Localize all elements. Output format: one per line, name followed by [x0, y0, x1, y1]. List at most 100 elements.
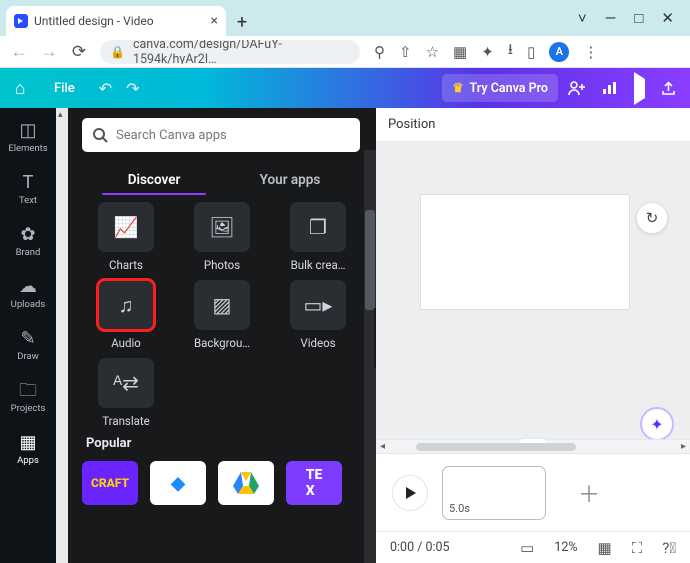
play-icon — [406, 487, 416, 499]
add-clip-button[interactable]: ＋ — [560, 466, 618, 520]
analytics-icon[interactable] — [602, 81, 618, 95]
crown-icon: ♛ — [452, 80, 463, 96]
browser-addressbar: ← → ⟳ 🔒 canva.com/design/DAFuY-1594k/hyA… — [0, 36, 690, 68]
hatch-icon: ▨ — [213, 293, 232, 317]
share-upload-icon[interactable] — [661, 81, 676, 96]
panel-tabs: Discover Your apps — [68, 160, 376, 198]
app-videos[interactable]: ▭▸ Videos — [274, 280, 362, 350]
new-tab-button[interactable]: + — [228, 8, 256, 36]
sidebar-item-elements[interactable]: ◫ Elements — [0, 112, 56, 164]
bookmark-icon[interactable]: ☆ — [426, 43, 439, 61]
app-bulk-create[interactable]: ❐ Bulk crea… — [274, 202, 362, 272]
tab-your-apps[interactable]: Your apps — [222, 164, 358, 198]
app-label: Bulk crea… — [291, 258, 346, 272]
maximize-icon[interactable]: □ — [634, 9, 643, 27]
grid-view-icon[interactable]: ▦ — [598, 539, 612, 557]
url-field[interactable]: 🔒 canva.com/design/DAFuY-1594k/hyAr2I… — [100, 40, 360, 64]
stage[interactable]: ↻ ✦ ◂ ▸ — [376, 142, 690, 453]
popular-app-craft[interactable]: CRAFT — [82, 461, 138, 505]
reload-button[interactable]: ⟳ — [70, 42, 88, 62]
fullscreen-icon[interactable]: ⛶ — [632, 539, 643, 557]
popular-apps-row: CRAFT ◆ TEX — [68, 457, 376, 505]
timeline-clip[interactable]: 5.0s — [442, 466, 546, 520]
url-text: canva.com/design/DAFuY-1594k/hyAr2I… — [133, 40, 350, 64]
extensions-puzzle-icon[interactable]: ✦ — [481, 43, 494, 61]
position-button[interactable]: Position — [388, 117, 435, 132]
app-label: Charts — [109, 258, 143, 272]
tab-favicon — [14, 14, 28, 28]
sidebar-label: Elements — [8, 143, 47, 154]
popular-app-drive[interactable] — [218, 461, 274, 505]
sidebar-item-brand[interactable]: ✿ Brand — [0, 216, 56, 268]
timeline-play-button[interactable] — [392, 475, 428, 511]
forward-button[interactable]: → — [40, 42, 58, 62]
left-sidebar: ◫ Elements T Text ✿ Brand ☁ Uploads ✎ Dr… — [0, 108, 56, 563]
try-canva-pro-button[interactable]: ♛ Try Canva Pro — [442, 74, 558, 102]
timeline: 5.0s ＋ — [376, 453, 690, 531]
slide-canvas[interactable] — [420, 194, 630, 310]
play-preview-button[interactable] — [634, 79, 645, 98]
minimize-icon[interactable]: — — [605, 9, 617, 27]
stage-scroll-thumb[interactable] — [416, 443, 576, 451]
magic-button[interactable]: ✦ — [640, 407, 674, 441]
collaborators-icon[interactable] — [568, 80, 586, 96]
help-icon[interactable]: ?⃝ — [662, 539, 676, 557]
cloud-upload-icon: ☁ — [19, 278, 37, 296]
tab-title: Untitled design - Video — [34, 14, 154, 28]
window-hint-icon[interactable]: ˅ — [578, 9, 587, 27]
sidebar-label: Brand — [16, 247, 41, 258]
scroll-up-icon: ▴ — [58, 110, 63, 120]
sidebar-label: Uploads — [11, 299, 46, 310]
file-menu[interactable]: File — [40, 81, 89, 96]
sidebar-label: Draw — [17, 351, 39, 362]
sidebar-item-text[interactable]: T Text — [0, 164, 56, 216]
try-pro-label: Try Canva Pro — [470, 81, 548, 96]
scroll-right-icon: ▸ — [681, 441, 686, 452]
grid-icon: ▦ — [19, 434, 36, 452]
sidebar-item-uploads[interactable]: ☁ Uploads — [0, 268, 56, 320]
undo-button[interactable]: ↶ — [99, 79, 112, 98]
reader-icon[interactable]: ▯ — [527, 43, 535, 61]
sidebar-item-projects[interactable]: 🗀 Projects — [0, 372, 56, 424]
popular-app-text[interactable]: TEX — [286, 461, 342, 505]
app-background[interactable]: ▨ Backgrou… — [178, 280, 266, 350]
profile-avatar[interactable]: A — [549, 42, 569, 62]
sidebar-item-draw[interactable]: ✎ Draw — [0, 320, 56, 372]
app-translate[interactable]: ᴬ⇄ Translate — [82, 358, 170, 428]
clip-duration: 5.0s — [449, 502, 470, 515]
sidebar-item-apps[interactable]: ▦ Apps — [0, 424, 56, 476]
tab-discover[interactable]: Discover — [86, 164, 222, 198]
canva-topbar: ⌂ File ↶ ↷ ♛ Try Canva Pro — [0, 68, 690, 108]
search-icon — [92, 127, 108, 143]
close-tab-icon[interactable]: × — [211, 13, 218, 29]
share-icon[interactable]: ⇧ — [399, 43, 412, 61]
pencil-icon: ✎ — [20, 330, 35, 348]
back-button[interactable]: ← — [10, 42, 28, 62]
browser-tab[interactable]: Untitled design - Video × — [6, 6, 226, 36]
app-charts[interactable]: 📈 Charts — [82, 202, 170, 272]
home-button[interactable]: ⌂ — [0, 68, 40, 108]
zoom-level[interactable]: 12% — [554, 540, 577, 555]
zoom-icon[interactable]: ⚲ — [374, 43, 385, 61]
browser-titlebar: Untitled design - Video × + ˅ — □ ✕ — [0, 0, 690, 36]
search-placeholder: Search Canva apps — [116, 128, 227, 143]
music-note-icon: ♫ — [119, 293, 134, 318]
url-actions: ⚲ ⇧ ☆ ▦ ✦ ⭳ ▯ A ⋮ — [374, 39, 598, 64]
scroll-left-icon: ◂ — [380, 441, 385, 452]
window-controls: ˅ — □ ✕ — [578, 0, 682, 36]
search-apps-input[interactable]: Search Canva apps — [82, 118, 360, 152]
refresh-button[interactable]: ↻ — [636, 202, 668, 234]
redo-button[interactable]: ↷ — [126, 79, 139, 98]
kebab-menu-icon[interactable]: ⋮ — [583, 43, 598, 61]
close-window-icon[interactable]: ✕ — [661, 9, 674, 27]
app-audio[interactable]: ♫ Audio — [82, 280, 170, 350]
text-icon: T — [23, 174, 34, 192]
stage-horizontal-scrollbar[interactable]: ◂ ▸ — [376, 439, 690, 453]
sidebar-scroll-gutter[interactable]: ▴ — [56, 108, 68, 563]
extension-icon-1[interactable]: ▦ — [453, 43, 467, 61]
panel-scroll-thumb[interactable] — [365, 210, 375, 310]
popular-app-layers[interactable]: ◆ — [150, 461, 206, 505]
downloads-icon[interactable]: ⭳ — [508, 39, 513, 64]
app-photos[interactable]: 🖼 Photos — [178, 202, 266, 272]
notes-icon[interactable]: ▭ — [520, 539, 534, 557]
